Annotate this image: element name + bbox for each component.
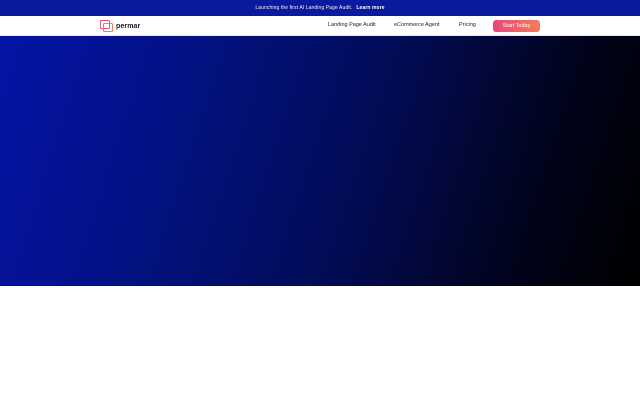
overlapping-squares-logo-icon xyxy=(100,20,113,32)
brand-name: permar xyxy=(116,22,141,30)
nav-link-landing-page-audit[interactable]: Landing Page Audit xyxy=(328,22,376,28)
announcement-bar: Launching the first AI Landing Page Audi… xyxy=(0,0,640,16)
nav-link-pricing[interactable]: Pricing xyxy=(459,22,476,28)
hero-section xyxy=(0,36,640,286)
site-header: permar Landing Page Audit eCommerce Agen… xyxy=(0,16,640,36)
brand-logo[interactable]: permar xyxy=(100,19,140,33)
learn-more-link[interactable]: Learn more xyxy=(356,5,384,11)
announcement-message: Launching the first AI Landing Page Audi… xyxy=(255,5,353,11)
start-today-button[interactable]: Start Today xyxy=(493,20,540,32)
content-section xyxy=(0,286,640,400)
nav-link-ecommerce-agent[interactable]: eCommerce Agent xyxy=(394,22,440,28)
